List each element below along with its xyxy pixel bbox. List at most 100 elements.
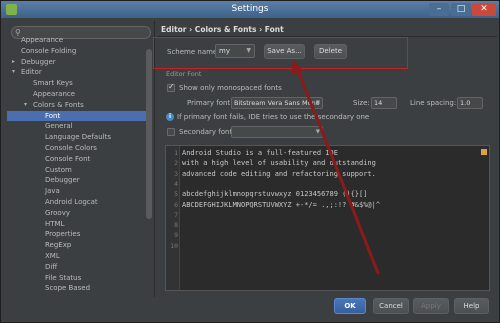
line-number: 6 [174,200,178,209]
breadcrumb: Editor › Colors & Fonts › Font [161,25,284,34]
chevron-down-icon[interactable]: ▾ [12,67,15,78]
sidebar-item-label: Diff [45,262,58,271]
sidebar-item[interactable]: RegExp [7,240,152,251]
settings-window: Settings – □ ✕ ⚲ Appearance Console Foldi… [0,0,500,323]
sidebar-item[interactable]: ▸ Debugger [7,57,152,68]
line-number: 5 [174,190,178,199]
line-number: 4 [174,179,178,188]
error-stripe-marker [481,149,487,155]
secondary-font-select[interactable]: ▼ [231,126,323,138]
sidebar-item-label: Groovy [45,208,70,217]
line-spacing-label: Line spacing: [410,99,457,107]
line-number: 9 [174,231,178,240]
sidebar-item[interactable]: HTML [7,219,152,230]
sidebar-item-label: Smart Keys [33,79,73,88]
sidebar-item[interactable]: Groovy [7,208,152,219]
mono-only-label: Show only monospaced fonts [179,84,282,92]
sidebar-item[interactable]: General [7,121,152,132]
size-label: Size: [353,99,370,107]
sidebar-item-label: Properties [45,230,81,239]
close-icon[interactable]: ✕ [472,3,496,16]
minimize-icon[interactable]: – [429,3,449,16]
sidebar-item-label: Custom [45,165,72,174]
font-preview-editor[interactable]: 1 2 3 4 5 6 7 8 9 10 Android Studio is a full-fea… [165,145,490,291]
dialog-footer: OK Cancel Apply Help [1,298,499,322]
line-number-gutter: 1 2 3 4 5 6 7 8 9 10 [166,146,180,290]
preview-line: Android Studio is a full-featured IDE [182,149,338,157]
breadcrumb-bar: Editor › Colors & Fonts › Font [157,21,497,37]
primary-font-value: Bitstream Vera Sans Mono [234,99,320,107]
maximize-icon[interactable]: □ [451,3,471,16]
line-number: 8 [174,221,178,230]
sidebar-item-label: File Status [45,273,82,282]
sidebar-item-label: Appearance [33,89,76,98]
sidebar-item[interactable]: Scope Based [7,283,152,294]
sidebar-item[interactable]: Smart Keys [7,78,152,89]
line-number: 2 [174,159,178,168]
sidebar-item[interactable]: File Status [7,273,152,284]
primary-font-select[interactable]: Bitstream Vera Sans Mono ▼ [231,97,323,109]
sidebar-item-label: Colors & Fonts [33,100,84,109]
sidebar-scrollbar[interactable] [146,49,152,219]
ok-button[interactable]: OK [334,298,366,314]
sidebar-item[interactable]: Font [7,110,152,122]
sidebar-item[interactable]: ▾ Colors & Fonts [7,100,152,111]
sidebar-item-label: Console Colors [45,143,97,152]
sidebar-item-label: HTML [45,219,65,228]
help-button[interactable]: Help [454,298,489,314]
sidebar-item[interactable]: Console Colors [7,143,152,154]
chevron-down-icon: ▼ [315,100,320,106]
secondary-font-label: Secondary font: [179,128,235,136]
sidebar-item-label: Console Font [45,154,91,163]
sidebar-item[interactable]: Android Logcat [7,197,152,208]
apply-button[interactable]: Apply [413,298,449,314]
sidebar-item[interactable]: XML [7,251,152,262]
scheme-highlight-annotation [153,37,408,69]
mono-only-checkbox[interactable] [167,82,175,92]
sidebar-item-label: Font [45,111,61,120]
settings-sidebar: ⚲ Appearance Console Folding ▸ Debugger ▾ Edi… [7,21,155,297]
preview-line: ABCDEFGHIJKLMNOPQRSTUVWXYZ +-*/= .,;:!? … [182,200,381,209]
preview-line: advanced code editing and refactoring su… [182,169,376,178]
cancel-button[interactable]: Cancel [373,298,409,314]
sidebar-item[interactable]: Properties [7,229,152,240]
window-title: Settings [231,4,269,14]
preview-line: abcdefghijklmnopqrstuvwxyz 0123456789 ()… [182,190,368,199]
fallback-info-text: If primary font fails, IDE tries to use … [177,113,370,121]
preview-line: with a high level of usability and outst… [182,159,376,168]
sidebar-item[interactable]: ▾ Editor [7,67,152,78]
sidebar-item[interactable]: Console Font [7,154,152,165]
primary-font-label: Primary font: [187,99,233,107]
info-icon: i [166,113,174,121]
sidebar-item-label: Language Defaults [45,133,111,142]
editor-font-section-title: Editor Font [166,70,202,78]
sidebar-item[interactable]: Appearance [7,35,152,46]
line-number: 10 [170,241,178,250]
chevron-right-icon[interactable]: ▸ [12,57,15,68]
secondary-font-checkbox[interactable] [167,128,175,136]
sidebar-item-label: Debugger [21,57,56,66]
line-spacing-input[interactable]: 1.0 [457,97,483,109]
sidebar-item[interactable]: Java [7,186,152,197]
settings-tree: Appearance Console Folding ▸ Debugger ▾ Edito… [7,35,152,294]
sidebar-item-label: RegExp [45,241,72,250]
chevron-down-icon[interactable]: ▾ [24,100,27,111]
chevron-down-icon: ▼ [315,129,320,135]
sidebar-item-label: XML [45,251,60,260]
sidebar-item-label: Java [45,187,60,196]
size-input[interactable]: 14 [371,97,397,109]
title-bar[interactable]: Settings – □ ✕ [1,1,499,18]
sidebar-item-label: Scope Based [45,284,91,293]
sidebar-item[interactable]: Appearance [7,89,152,100]
sidebar-item[interactable]: Custom [7,165,152,176]
sidebar-item[interactable]: Debugger [7,175,152,186]
sidebar-item-label: Android Logcat [45,197,98,206]
sidebar-item-label: Console Folding [21,46,77,55]
sidebar-item[interactable]: Diff [7,262,152,273]
sidebar-item[interactable]: Console Folding [7,46,152,57]
line-number: 7 [174,210,178,219]
line-number: 3 [174,169,178,178]
sidebar-item-label: Editor [21,68,42,77]
sidebar-item-label: General [45,122,73,131]
sidebar-item[interactable]: Language Defaults [7,132,152,143]
